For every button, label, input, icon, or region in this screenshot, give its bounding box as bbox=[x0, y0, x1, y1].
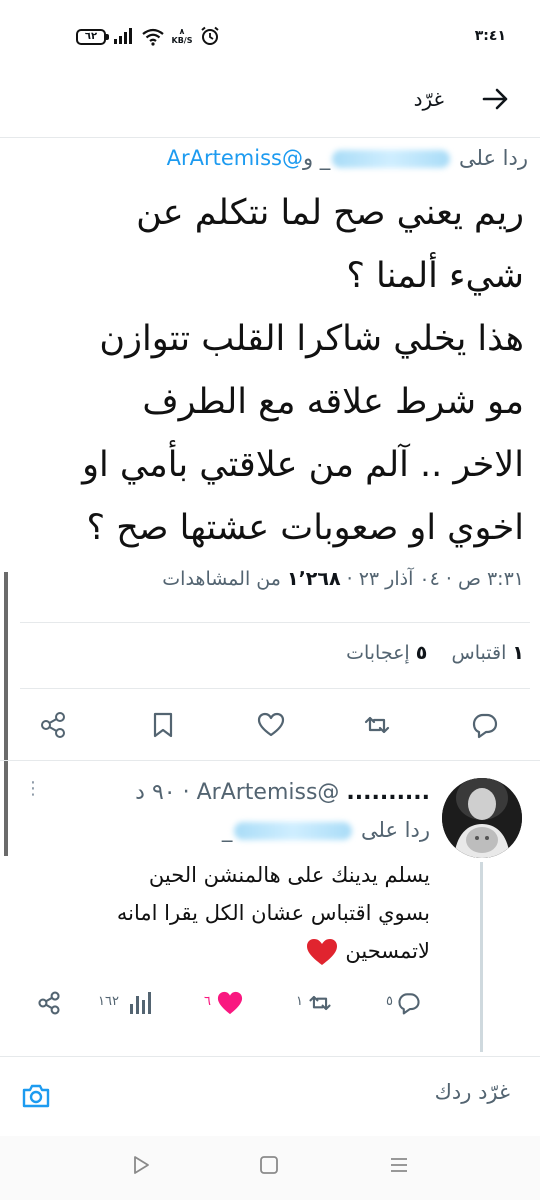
reply-icon[interactable] bbox=[470, 710, 500, 740]
wifi-icon bbox=[142, 28, 164, 46]
tweet-meta: ٣:٣١ ص · ٠٤ آذار ٢٣ · ١٬٢٦٨ من المشاهدات bbox=[162, 568, 524, 590]
reply-context: ردا على _ و@ArArtemiss bbox=[166, 146, 528, 170]
home-nav-icon[interactable] bbox=[258, 1154, 280, 1176]
likes-stat[interactable]: ٥ إعجابات bbox=[346, 642, 427, 664]
tweet-line: شيء ألمنا ؟ bbox=[346, 256, 524, 296]
reply-text: يسلم يدينك على هالمنشن الحين بسوي اقتباس… bbox=[30, 856, 430, 970]
reply-line: يسلم يدينك على هالمنشن الحين bbox=[148, 863, 430, 887]
reply-compose-input[interactable]: غرّد ردك bbox=[435, 1080, 510, 1104]
avatar[interactable] bbox=[442, 778, 522, 858]
share-icon[interactable] bbox=[36, 990, 62, 1016]
status-clock: ٣:٤١ bbox=[474, 28, 506, 44]
red-heart-emoji-icon bbox=[306, 939, 337, 965]
reply-likes-count: ٦ bbox=[204, 994, 211, 1009]
tweet-stats: ١ اقتباس ٥ إعجابات bbox=[346, 642, 524, 664]
signal-icon bbox=[114, 28, 132, 44]
page-title: غرّد bbox=[413, 87, 444, 111]
avatar-image bbox=[442, 778, 522, 858]
camera-icon[interactable] bbox=[20, 1080, 52, 1112]
back-arrow-icon[interactable] bbox=[480, 84, 510, 114]
views-icon[interactable] bbox=[128, 990, 152, 1016]
tweet-line: ريم يعني صح لما نتكلم عن bbox=[136, 193, 524, 233]
reply-prefix: ردا على bbox=[361, 818, 430, 842]
menu-nav-icon[interactable] bbox=[388, 1154, 410, 1176]
divider bbox=[0, 1056, 540, 1057]
blurred-mention bbox=[332, 150, 451, 168]
divider bbox=[20, 688, 530, 689]
back-nav-icon[interactable] bbox=[130, 1154, 152, 1176]
divider bbox=[0, 760, 540, 761]
tweet-date: ٠٤ آذار ٢٣ bbox=[358, 568, 440, 590]
reply-context: ردا على _ bbox=[221, 818, 430, 842]
tweet-line: هذا يخلي شاكرا القلب تتوازن bbox=[99, 319, 524, 359]
reply-icon[interactable] bbox=[396, 990, 422, 1016]
tweet-line: الاخر .. آلم من علاقتي بأمي او bbox=[82, 445, 524, 485]
bookmark-icon[interactable] bbox=[148, 710, 178, 740]
reply-author-handle[interactable]: @ArArtemiss bbox=[197, 780, 340, 805]
top-app-bar: غرّد bbox=[0, 72, 540, 138]
reply-header: .......... @ArArtemiss · ٩٠ د bbox=[135, 780, 430, 805]
quotes-stat[interactable]: ١ اقتباس bbox=[452, 642, 524, 664]
share-icon[interactable] bbox=[38, 710, 68, 740]
liked-heart-icon[interactable] bbox=[216, 990, 244, 1016]
status-bar: ٦٢ ٨ KB/S ٣:٤١ bbox=[0, 0, 540, 72]
more-options-icon[interactable]: ⋮ bbox=[24, 778, 42, 799]
reply-retweets-count: ١ bbox=[296, 994, 303, 1009]
thread-indicator bbox=[4, 572, 8, 856]
thread-connector bbox=[480, 862, 483, 1052]
reply-prefix: ردا على bbox=[459, 146, 528, 170]
tweet-time: ٣:٣١ ص bbox=[457, 568, 524, 590]
tweet-line: مو شرط علاقه مع الطرف bbox=[142, 382, 524, 422]
views-label: من المشاهدات bbox=[162, 568, 281, 590]
reply-line: لاتمسحين bbox=[30, 932, 430, 970]
views-count: ١٬٢٦٨ bbox=[286, 568, 341, 590]
blurred-mention bbox=[234, 822, 353, 840]
reply-replies-count: ٥ bbox=[386, 994, 393, 1009]
reply-and: و bbox=[302, 146, 314, 170]
like-icon[interactable] bbox=[256, 710, 286, 740]
battery-tip bbox=[106, 34, 109, 40]
reply-line: بسوي اقتباس عشان الكل يقرا امانه bbox=[116, 901, 430, 925]
divider bbox=[20, 622, 530, 623]
battery-icon: ٦٢ bbox=[76, 29, 106, 45]
network-speed: ٨ KB/S bbox=[171, 27, 193, 45]
reply-author-name[interactable]: .......... bbox=[346, 780, 430, 805]
retweet-icon[interactable] bbox=[362, 710, 392, 740]
tweet-text: ريم يعني صح لما نتكلم عن شيء ألمنا ؟ هذا… bbox=[24, 182, 524, 560]
tweet-line: اخوي او صعوبات عشتها صح ؟ bbox=[86, 508, 524, 548]
retweet-icon[interactable] bbox=[306, 990, 334, 1016]
reply-mention-link[interactable]: @ArArtemiss bbox=[167, 146, 303, 170]
reply-views-count: ١٦٢ bbox=[98, 994, 119, 1009]
reply-age: ٩٠ د bbox=[135, 780, 176, 805]
alarm-icon bbox=[201, 26, 219, 45]
